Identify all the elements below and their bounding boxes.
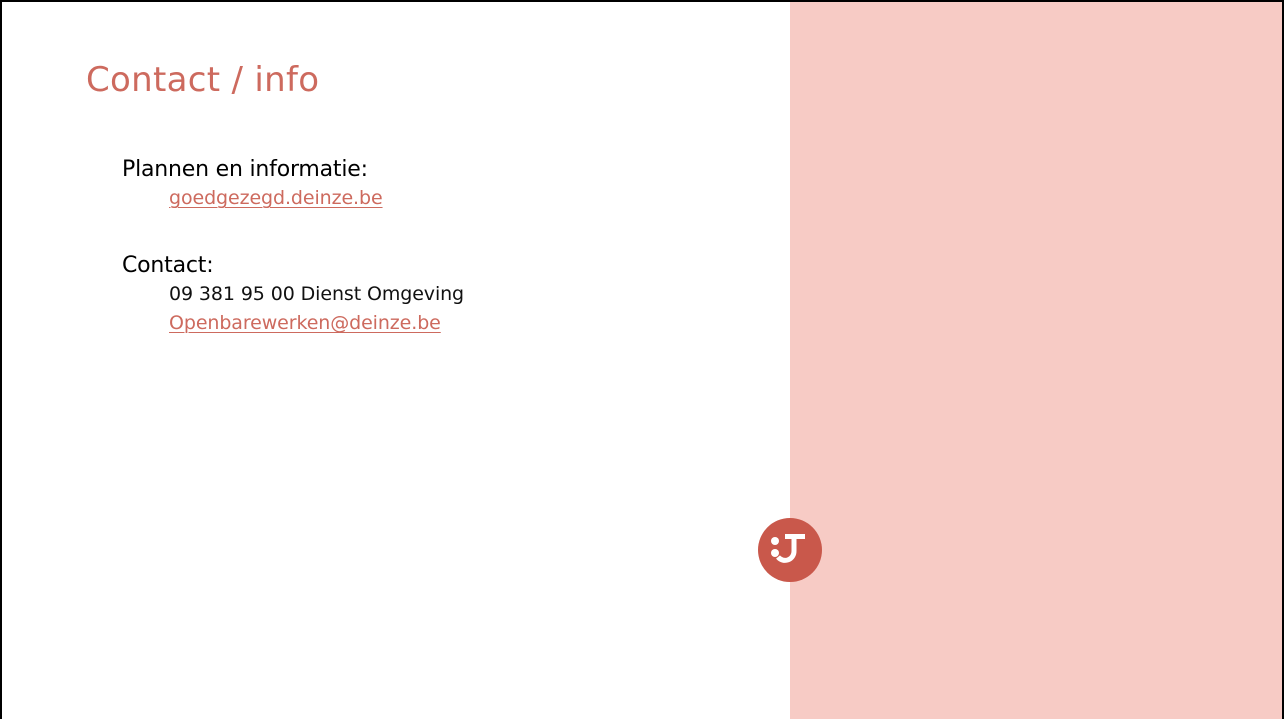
decorative-pink-panel (790, 2, 1282, 719)
contact-heading: Contact: (122, 253, 214, 278)
contact-email-link[interactable]: Openbarewerken@deinze.be (169, 309, 464, 338)
contact-phone: 09 381 95 00 Dienst Omgeving (169, 283, 465, 305)
info-section: Plannen en informatie: goedgezegd.deinze… (122, 156, 383, 213)
info-website-link[interactable]: goedgezegd.deinze.be (169, 184, 383, 213)
slide: Contact / info Plannen en informatie: go… (0, 0, 1284, 719)
slide-title: Contact / info (86, 60, 320, 100)
smiley-logo-icon (758, 518, 822, 582)
info-heading: Plannen en informatie: (122, 157, 368, 182)
contact-section: Contact: 09 381 95 00 Dienst Omgeving Op… (122, 252, 464, 338)
